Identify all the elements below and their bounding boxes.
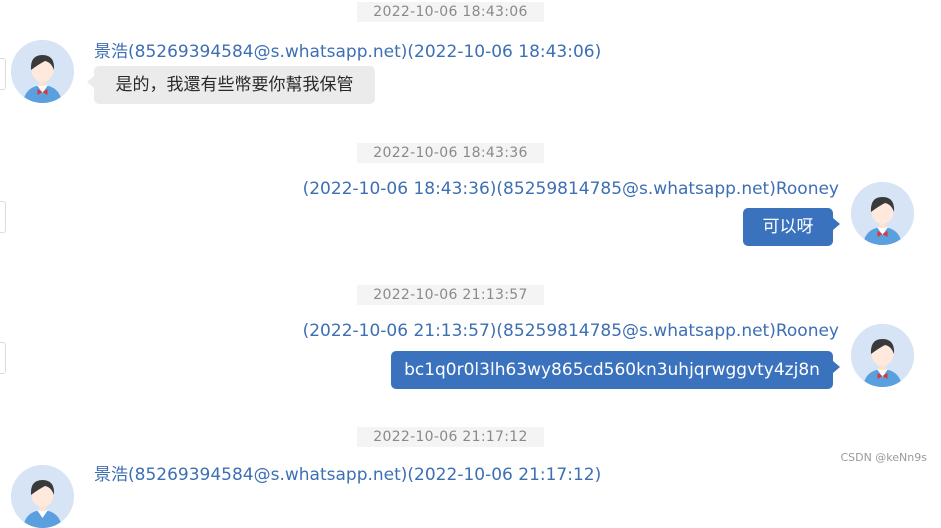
contact-avatar[interactable] bbox=[11, 40, 74, 103]
contact-avatar[interactable] bbox=[11, 465, 74, 528]
self-avatar[interactable] bbox=[851, 182, 914, 245]
user-avatar-icon bbox=[11, 40, 74, 103]
message-timestamp: 2022-10-06 21:17:12 bbox=[357, 427, 544, 447]
left-edge-control bbox=[0, 201, 6, 233]
watermark: CSDN @keNn9s bbox=[840, 451, 927, 464]
sender-info: (2022-10-06 21:13:57)(85259814785@s.what… bbox=[302, 321, 839, 341]
message-timestamp: 2022-10-06 18:43:06 bbox=[357, 2, 544, 22]
outgoing-message-bubble[interactable]: bc1q0r0l3lh63wy865cd560kn3uhjqrwggvty4zj… bbox=[391, 351, 840, 389]
outgoing-message-bubble[interactable]: 可以呀 bbox=[743, 208, 840, 246]
sender-info: (2022-10-06 18:43:36)(85259814785@s.what… bbox=[302, 179, 839, 199]
left-edge-control bbox=[0, 342, 6, 374]
user-avatar-icon bbox=[851, 182, 914, 245]
incoming-message-bubble[interactable]: 是的，我還有些幣要你幫我保管 bbox=[87, 66, 375, 104]
message-timestamp: 2022-10-06 21:13:57 bbox=[357, 285, 544, 305]
self-avatar[interactable] bbox=[851, 324, 914, 387]
user-avatar-icon bbox=[851, 324, 914, 387]
message-timestamp: 2022-10-06 18:43:36 bbox=[357, 143, 544, 163]
user-avatar-icon bbox=[11, 465, 74, 528]
sender-info: 景浩(85269394584@s.whatsapp.net)(2022-10-0… bbox=[94, 42, 602, 62]
left-edge-control bbox=[0, 58, 6, 90]
sender-info: 景浩(85269394584@s.whatsapp.net)(2022-10-0… bbox=[94, 465, 602, 485]
